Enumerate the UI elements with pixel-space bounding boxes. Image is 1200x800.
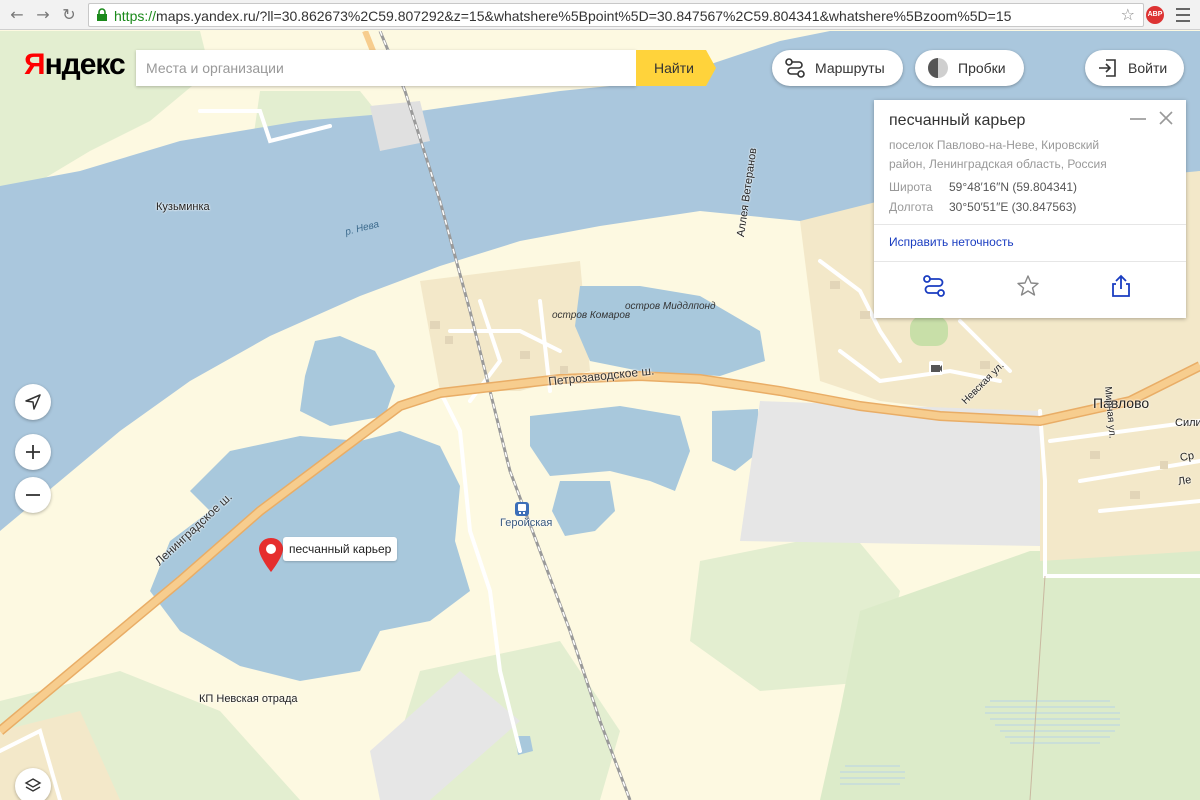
forward-icon[interactable]: →	[32, 4, 54, 26]
zoom-out-button[interactable]	[15, 477, 51, 513]
map-label-station-geroyskaya: Геройская	[500, 517, 553, 529]
map-label-pavlovo: Павлово	[1093, 395, 1150, 411]
bookmark-star-icon[interactable]: ☆	[1121, 5, 1135, 24]
zoom-in-button[interactable]	[15, 434, 51, 470]
place-info-card: песчанный карьер поселок Павлово-на-Неве…	[874, 100, 1186, 318]
layers-button[interactable]	[15, 768, 51, 800]
search-box	[136, 50, 636, 86]
lock-icon	[97, 8, 107, 21]
back-icon[interactable]: ←	[6, 4, 28, 26]
address-bar[interactable]: https://maps.yandex.ru/?ll=30.862673%2C5…	[88, 3, 1144, 27]
map-pin-icon[interactable]	[256, 536, 286, 576]
login-icon	[1099, 59, 1116, 77]
close-icon[interactable]	[1158, 110, 1174, 126]
search-button[interactable]: Найти	[636, 50, 716, 86]
reload-icon[interactable]: ↻	[58, 4, 80, 26]
traffic-icon	[928, 58, 948, 78]
longitude-label: Долгота	[889, 200, 934, 214]
browser-menu-icon[interactable]	[1173, 4, 1193, 26]
browser-toolbar: ← → ↻ https://maps.yandex.ru/?ll=30.8626…	[0, 0, 1200, 30]
map-label-kuzminka: Кузьминка	[156, 201, 210, 213]
layers-icon	[24, 778, 42, 792]
map-label-kp-nevskaya-otrada: КП Невская отрада	[199, 693, 298, 705]
train-station-icon[interactable]	[514, 501, 530, 517]
map-canvas[interactable]: Кузьминка р. Нева остров Комаров остров …	[0, 31, 1200, 800]
plus-icon	[26, 445, 40, 459]
url-text: https://maps.yandex.ru/?ll=30.862673%2C5…	[114, 8, 1012, 24]
pin-label: песчанный карьер	[283, 537, 398, 561]
latitude-value: 59°48′16″N (59.804341)	[949, 180, 1078, 194]
map-label-street-sr: Ср	[1179, 449, 1195, 465]
map-label-street-le: Ле	[1177, 473, 1193, 489]
traffic-button[interactable]: Пробки	[915, 50, 1024, 86]
search-input[interactable]	[136, 50, 636, 86]
card-divider	[874, 224, 1186, 225]
longitude-value: 30°50′51″E (30.847563)	[949, 200, 1077, 214]
poi-camera-icon[interactable]	[929, 361, 943, 375]
route-to-place-icon[interactable]	[920, 272, 948, 300]
card-divider	[874, 261, 1186, 262]
minus-icon	[26, 494, 40, 496]
map-label-komarov-island: остров Комаров	[552, 310, 631, 321]
latitude-label: Широта	[889, 180, 932, 194]
locate-button[interactable]	[15, 384, 51, 420]
locate-icon	[25, 394, 41, 410]
yandex-logo[interactable]: Яндекс	[24, 48, 126, 82]
map-label-street-sili: Сили	[1175, 417, 1200, 429]
fix-inaccuracy-link[interactable]: Исправить неточность	[889, 235, 1014, 249]
login-button[interactable]: Войти	[1085, 50, 1184, 86]
place-title: песчанный карьер	[889, 112, 1026, 129]
map-label-middlpond-island: остров Миддлпонд	[625, 301, 716, 312]
routes-icon	[785, 58, 805, 78]
routes-button[interactable]: Маршруты	[772, 50, 903, 86]
star-icon[interactable]	[1014, 272, 1042, 300]
place-address: поселок Павлово-на-Неве, Кировский район…	[889, 138, 1107, 171]
share-icon[interactable]	[1107, 272, 1135, 300]
minimize-icon[interactable]	[1130, 118, 1146, 120]
adblock-extension-icon[interactable]: ABP	[1146, 6, 1164, 24]
